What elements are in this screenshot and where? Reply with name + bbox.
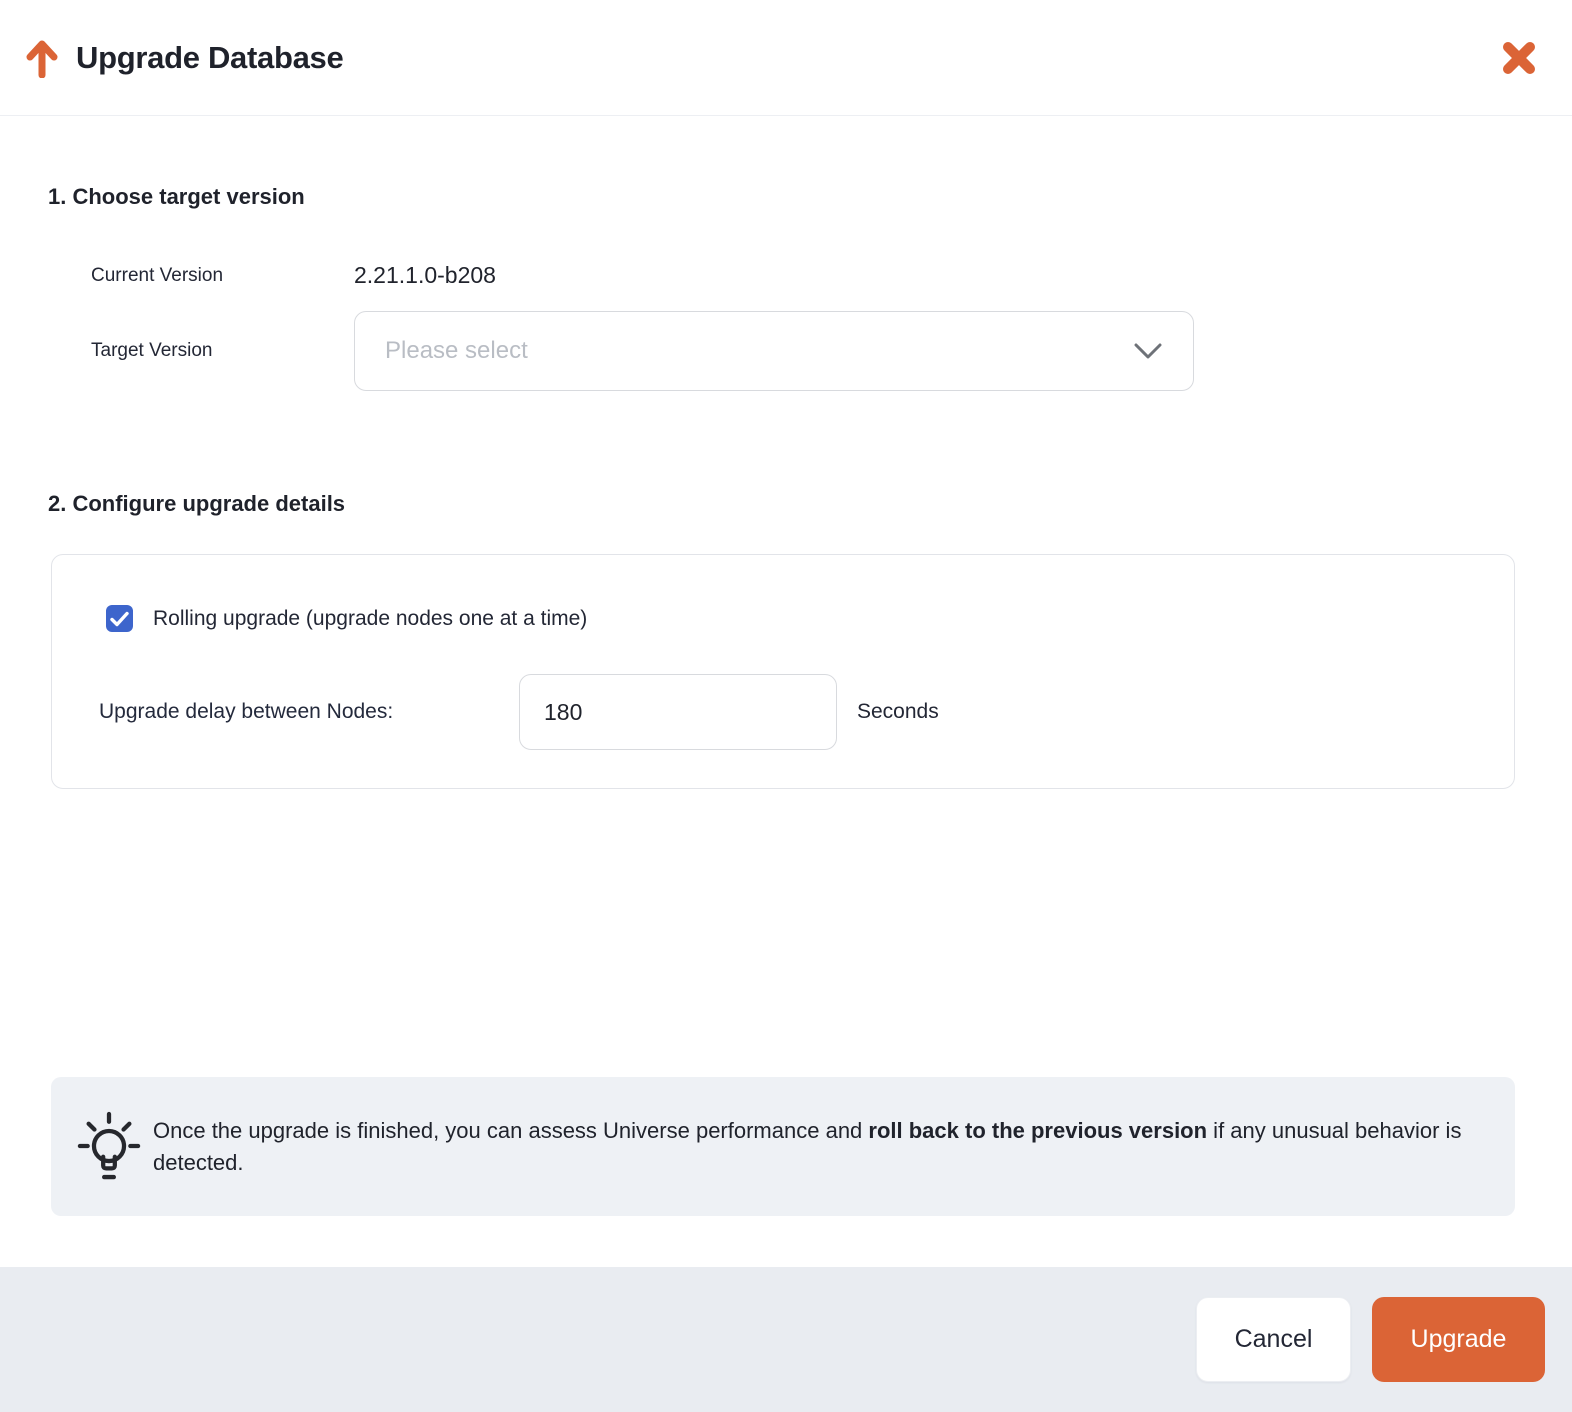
info-note-text: Once the upgrade is finished, you can as…: [153, 1115, 1475, 1179]
lightbulb-icon: [77, 1111, 141, 1183]
info-text-bold: roll back to the previous version: [868, 1118, 1207, 1143]
chevron-down-icon: [1133, 342, 1163, 360]
upgrade-arrow-icon: [24, 38, 60, 78]
current-version-label: Current Version: [91, 265, 354, 287]
target-version-row: Target Version Please select: [91, 311, 1524, 391]
checkbox-checked-icon[interactable]: [106, 605, 133, 632]
current-version-value: 2.21.1.0-b208: [354, 262, 496, 289]
close-icon: [1500, 65, 1538, 80]
target-version-select[interactable]: Please select: [354, 311, 1194, 391]
close-button[interactable]: [1496, 35, 1542, 81]
info-note: Once the upgrade is finished, you can as…: [51, 1077, 1515, 1216]
modal-body: 1. Choose target version Current Version…: [0, 116, 1572, 1267]
choose-version-heading: 1. Choose target version: [48, 184, 1524, 210]
current-version-row: Current Version 2.21.1.0-b208: [91, 262, 1524, 289]
rolling-upgrade-label: Rolling upgrade (upgrade nodes one at a …: [153, 607, 587, 631]
info-text-before: Once the upgrade is finished, you can as…: [153, 1118, 868, 1143]
modal-header: Upgrade Database: [0, 0, 1572, 116]
upgrade-delay-row: Upgrade delay between Nodes: Seconds: [99, 674, 1514, 750]
target-version-label: Target Version: [91, 340, 354, 362]
target-version-placeholder: Please select: [385, 337, 528, 365]
upgrade-delay-input[interactable]: [519, 674, 837, 750]
cancel-button[interactable]: Cancel: [1196, 1297, 1351, 1382]
modal-title: Upgrade Database: [76, 40, 343, 76]
upgrade-button[interactable]: Upgrade: [1372, 1297, 1545, 1382]
upgrade-delay-label: Upgrade delay between Nodes:: [99, 700, 519, 724]
modal-footer: Cancel Upgrade: [0, 1267, 1572, 1412]
rolling-upgrade-checkbox-row[interactable]: Rolling upgrade (upgrade nodes one at a …: [106, 605, 587, 632]
configure-heading: 2. Configure upgrade details: [48, 491, 1524, 517]
upgrade-delay-unit: Seconds: [857, 700, 939, 724]
configure-card: Rolling upgrade (upgrade nodes one at a …: [51, 554, 1515, 789]
